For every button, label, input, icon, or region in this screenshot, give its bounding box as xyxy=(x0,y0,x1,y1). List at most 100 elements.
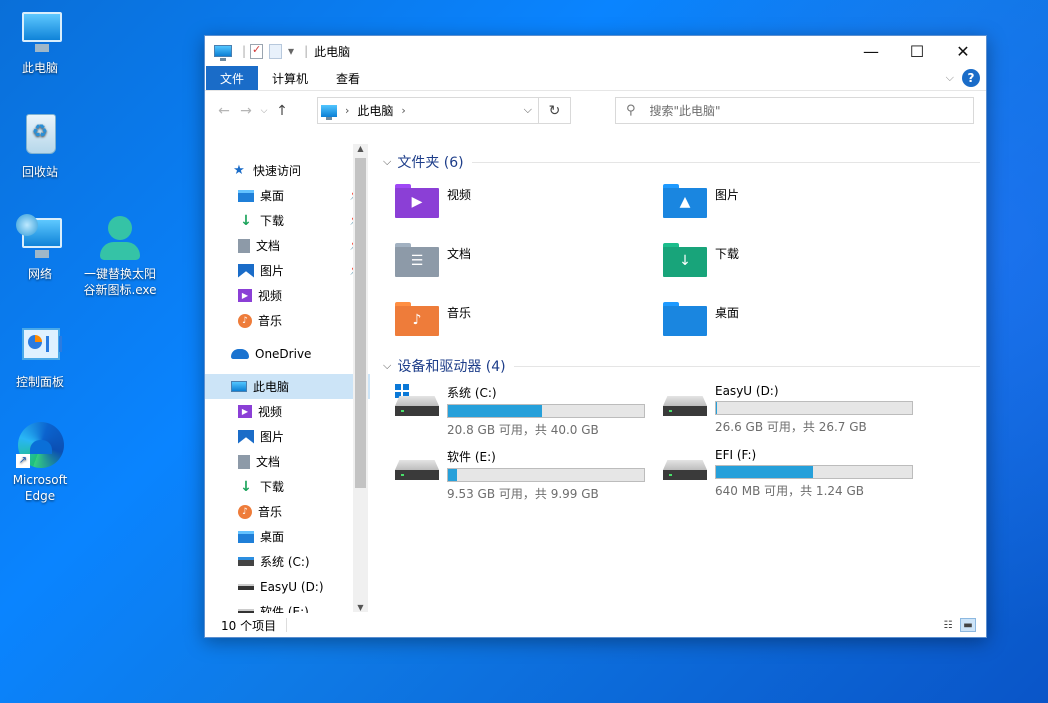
tab-file[interactable]: 文件 xyxy=(206,66,259,90)
pictures-icon xyxy=(238,429,254,444)
drive-free-space: 26.6 GB 可用，共 26.7 GB xyxy=(715,420,867,434)
item-count: 10 个项目 xyxy=(221,618,277,633)
minimize-button[interactable]: — xyxy=(848,36,894,66)
drives-group-header[interactable]: ⌵ 设备和驱动器 (4) xyxy=(383,356,980,376)
nav-qa-videos[interactable]: ▶ 视频 xyxy=(205,283,370,308)
search-input[interactable]: ⚲ 搜索"此电脑" xyxy=(615,97,974,124)
address-dropdown-icon[interactable]: ⌵ xyxy=(524,103,532,117)
drive-icon xyxy=(663,448,707,488)
breadcrumb-arrow-icon[interactable]: › xyxy=(345,104,349,117)
desktop-icon-edge[interactable]: ↗ Microsoft Edge xyxy=(0,420,80,504)
cloud-icon xyxy=(231,348,249,359)
drive-name: 软件 (E:) xyxy=(447,450,496,464)
nav-label: EasyU (D:) xyxy=(260,579,324,594)
nav-label: 图片 xyxy=(260,430,285,444)
nav-label: 下载 xyxy=(260,480,285,494)
recent-locations-button[interactable]: ⌵ xyxy=(257,106,271,116)
group-title: 设备和驱动器 (4) xyxy=(397,359,506,375)
nav-pc-desktop[interactable]: 桌面 xyxy=(205,524,370,549)
nav-pc-drive-e[interactable]: 软件 (E:) xyxy=(205,599,370,613)
nav-pc-drive-c[interactable]: 系统 (C:) xyxy=(205,549,370,574)
folder-pictures[interactable]: ▲ 图片 xyxy=(663,184,739,218)
desktop-icon-recycle-bin[interactable]: 回收站 xyxy=(0,112,80,180)
drive-usage-bar xyxy=(715,465,913,479)
computer-icon xyxy=(22,12,62,52)
music-folder-icon: ♪ xyxy=(395,302,439,336)
folder-downloads[interactable]: ↓ 下载 xyxy=(663,243,739,277)
desktop-icon-this-pc[interactable]: 此电脑 xyxy=(0,8,80,76)
breadcrumb-this-pc[interactable]: 此电脑 xyxy=(357,102,393,119)
refresh-button[interactable]: ↻ xyxy=(538,98,570,123)
details-view-icon[interactable]: ☷ xyxy=(940,618,956,632)
scroll-up-icon[interactable]: ▲ xyxy=(353,144,368,153)
document-icon xyxy=(238,454,250,469)
drive-e[interactable]: 软件 (E:) 9.53 GB 可用，共 9.99 GB xyxy=(395,448,645,502)
back-button[interactable]: ← xyxy=(213,103,235,119)
drive-f[interactable]: EFI (F:) 640 MB 可用，共 1.24 GB xyxy=(663,448,913,499)
downloads-folder-icon: ↓ xyxy=(663,243,707,277)
desktop-icon-network[interactable]: 网络 xyxy=(0,214,80,282)
this-pc-icon[interactable] xyxy=(214,45,232,61)
desktop-icon-label: 此电脑 xyxy=(21,61,58,75)
folder-desktop[interactable]: 桌面 xyxy=(663,302,739,336)
close-button[interactable]: ✕ xyxy=(940,36,986,66)
nav-qa-pictures[interactable]: 图片 📌 xyxy=(205,258,370,283)
navigation-bar: ← → ⌵ ↑ › 此电脑 › ⌵ ↻ ⚲ 搜索"此电脑" xyxy=(205,91,986,131)
documents-folder-icon: ☰ xyxy=(395,243,439,277)
nav-pc-videos[interactable]: ▶ 视频 xyxy=(205,399,370,424)
desktop-icon-replace-app[interactable]: 一键替换太阳谷新图标.exe xyxy=(80,214,160,298)
nav-onedrive[interactable]: OneDrive xyxy=(205,341,370,366)
folder-documents[interactable]: ☰ 文档 xyxy=(395,243,471,277)
nav-qa-desktop[interactable]: 桌面 📌 xyxy=(205,183,370,208)
nav-quick-access[interactable]: ★ 快速访问 xyxy=(205,158,370,183)
quick-access-separator: | xyxy=(304,44,309,58)
drive-c[interactable]: 系统 (C:) 20.8 GB 可用，共 40.0 GB xyxy=(395,384,645,438)
up-button[interactable]: ↑ xyxy=(271,103,293,119)
forward-button[interactable]: → xyxy=(235,103,257,119)
large-icons-view-icon[interactable]: ▬ xyxy=(960,618,976,632)
drive-usage-bar xyxy=(715,401,913,415)
title-bar[interactable]: | ▾ | 此电脑 — ☐ ✕ xyxy=(205,36,986,66)
desktop-folder-icon xyxy=(663,302,707,336)
folders-group-header[interactable]: ⌵ 文件夹 (6) xyxy=(383,152,980,172)
nav-qa-documents[interactable]: 文档 📌 xyxy=(205,233,370,258)
nav-label: 下载 xyxy=(260,214,285,228)
nav-pc-documents[interactable]: 文档 xyxy=(205,449,370,474)
star-icon: ★ xyxy=(233,163,245,178)
nav-qa-downloads[interactable]: ↓ 下载 📌 xyxy=(205,208,370,233)
nav-label: 桌面 xyxy=(260,189,285,203)
help-icon[interactable]: ? xyxy=(962,69,980,87)
nav-pc-downloads[interactable]: ↓ 下载 xyxy=(205,474,370,499)
search-icon: ⚲ xyxy=(626,103,636,118)
tab-view[interactable]: 查看 xyxy=(322,66,374,90)
breadcrumb-arrow-icon[interactable]: › xyxy=(401,104,405,117)
new-folder-icon[interactable] xyxy=(269,43,283,59)
drive-name: 系统 (C:) xyxy=(447,386,497,400)
nav-label: 音乐 xyxy=(258,505,283,519)
folder-videos[interactable]: ▶ 视频 xyxy=(395,184,471,218)
nav-pc-music[interactable]: ♪ 音乐 xyxy=(205,499,370,524)
tab-computer[interactable]: 计算机 xyxy=(258,66,322,90)
scroll-down-icon[interactable]: ▼ xyxy=(353,603,368,612)
expand-ribbon-icon[interactable]: ⌵ xyxy=(946,71,954,85)
properties-icon[interactable] xyxy=(250,43,264,59)
pictures-icon xyxy=(238,263,254,278)
nav-pc-drive-d[interactable]: EasyU (D:) xyxy=(205,574,370,599)
group-title: 文件夹 (6) xyxy=(397,155,464,171)
chevron-down-icon: ⌵ xyxy=(383,359,392,372)
drive-d[interactable]: EasyU (D:) 26.6 GB 可用，共 26.7 GB xyxy=(663,384,913,435)
nav-pc-pictures[interactable]: 图片 xyxy=(205,424,370,449)
folder-label: 图片 xyxy=(715,188,740,202)
folder-music[interactable]: ♪ 音乐 xyxy=(395,302,471,336)
folder-label: 音乐 xyxy=(447,306,472,320)
desktop-icon-control-panel[interactable]: 控制面板 xyxy=(0,322,80,390)
desktop-icon-label: 网络 xyxy=(27,267,52,281)
maximize-button[interactable]: ☐ xyxy=(894,36,940,66)
nav-qa-music[interactable]: ♪ 音乐 xyxy=(205,308,370,333)
nav-scrollbar[interactable]: ▲ ▼ xyxy=(353,144,368,612)
nav-this-pc[interactable]: 此电脑 xyxy=(205,374,370,399)
scroll-thumb[interactable] xyxy=(355,158,366,488)
video-icon: ▶ xyxy=(238,405,252,418)
address-bar[interactable]: › 此电脑 › ⌵ ↻ xyxy=(317,97,571,124)
customize-toolbar-icon[interactable]: ▾ xyxy=(288,44,294,58)
